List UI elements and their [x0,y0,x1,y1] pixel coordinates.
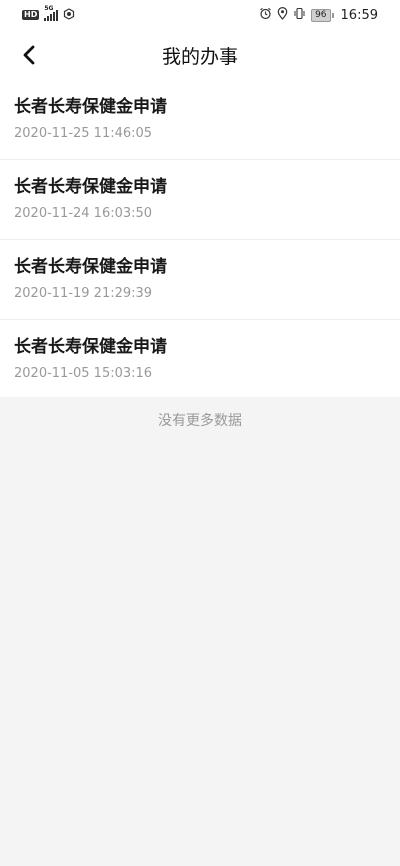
network-type: 5G [44,5,54,12]
status-bar-left: HD 5G [22,5,75,23]
back-button[interactable] [14,40,44,70]
item-title: 长者长寿保健金申请 [14,257,167,277]
chevron-left-icon [23,45,35,65]
alarm-icon [259,7,272,23]
no-more-data-text: 没有更多数据 [158,413,242,429]
status-bar-right: 96 16:59 [259,7,378,23]
item-date: 2020-11-19 21:29:39 [14,286,153,301]
signal-icon: 5G [44,5,59,21]
item-title: 长者长寿保健金申请 [14,177,167,197]
page-title: 我的办事 [161,45,238,68]
status-bar: HD 5G 96 16:59 [0,0,400,30]
list-item[interactable]: 长者长寿保健金申请 2020-11-19 21:29:39 [0,240,400,320]
item-date: 2020-11-25 11:46:05 [14,126,153,141]
item-title: 长者长寿保健金申请 [14,337,167,357]
application-list: 长者长寿保健金申请 2020-11-25 11:46:05 长者长寿保健金申请 … [0,80,400,397]
item-date: 2020-11-24 16:03:50 [14,206,153,221]
list-item[interactable]: 长者长寿保健金申请 2020-11-25 11:46:05 [0,80,400,160]
nav-bar: 我的办事 [0,30,400,80]
list-item[interactable]: 长者长寿保健金申请 2020-11-24 16:03:50 [0,160,400,240]
screen: HD 5G 96 16:59 我的办事 长者长寿保健金申请 2020-11-25… [0,0,400,866]
status-time: 16:59 [340,7,378,23]
battery-icon: 96 [311,8,334,22]
battery-level: 96 [311,8,331,22]
location-icon [277,7,288,23]
item-title: 长者长寿保健金申请 [14,97,167,117]
vibrate-icon [293,7,306,23]
hd-badge: HD [22,10,40,20]
item-date: 2020-11-05 15:03:16 [14,366,153,381]
vpn-icon [63,7,75,23]
list-item[interactable]: 长者长寿保健金申请 2020-11-05 15:03:16 [0,320,400,397]
